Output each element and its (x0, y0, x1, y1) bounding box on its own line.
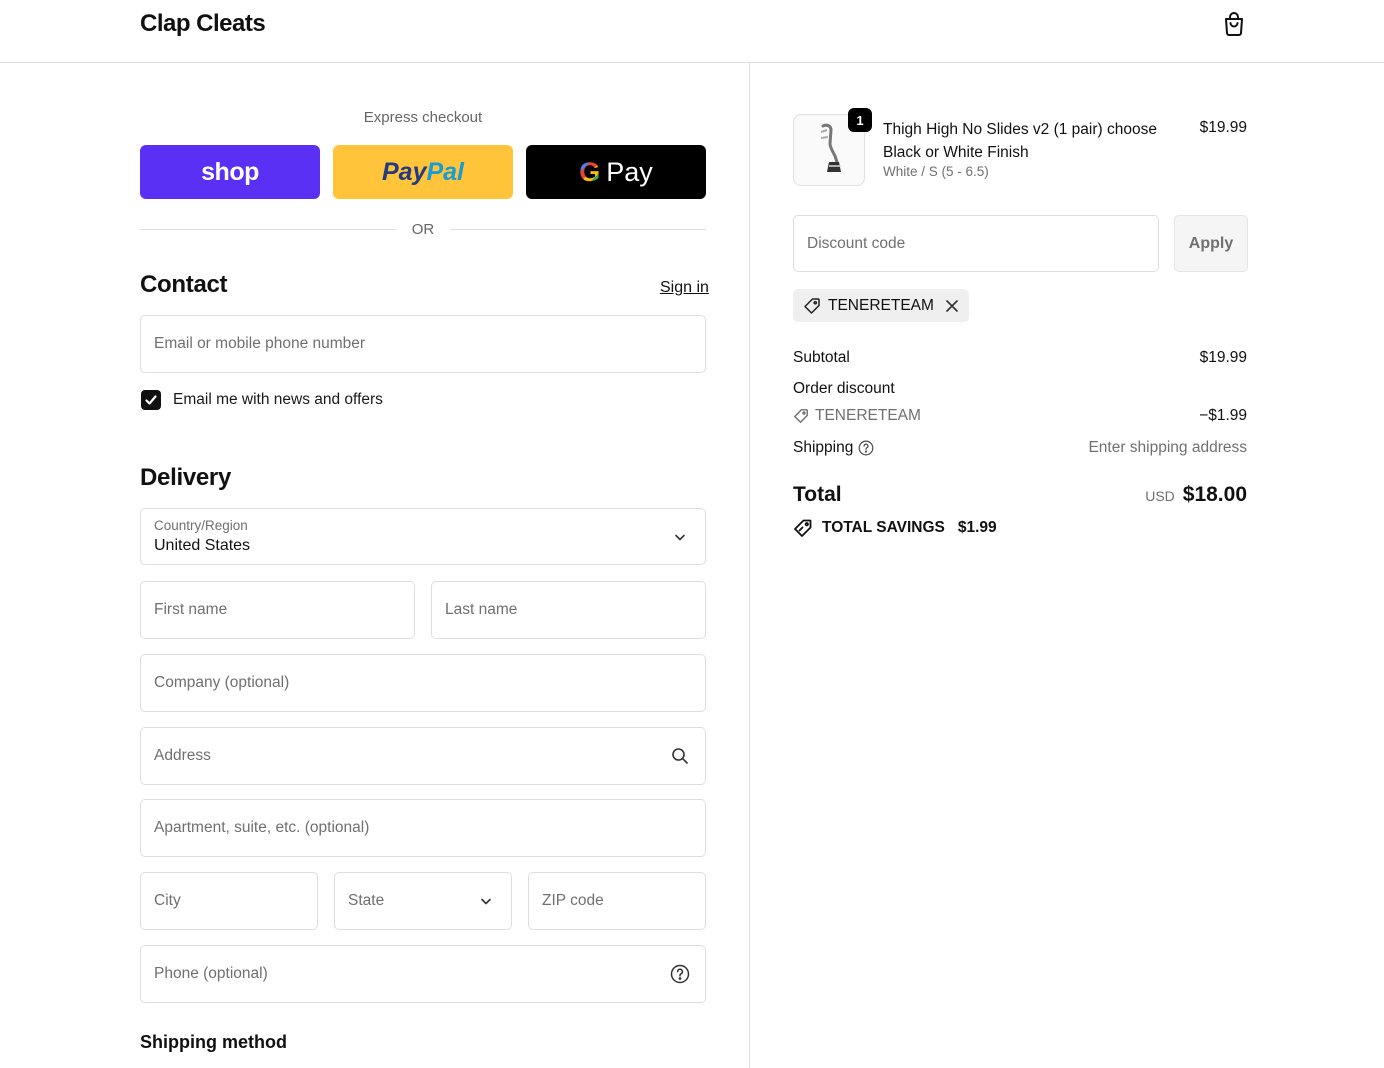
address-field[interactable]: Address (140, 727, 706, 785)
applied-discount-chip: TENERETEAM (793, 289, 969, 322)
zip-placeholder: ZIP code (542, 892, 604, 909)
tag-icon (803, 297, 821, 315)
savings-value: $1.99 (957, 519, 997, 536)
order-discount-value: −$1.99 (1199, 407, 1247, 424)
apartment-placeholder: Apartment, suite, etc. (optional) (154, 819, 370, 836)
paypal-label-a: Pay (381, 157, 427, 186)
country-select[interactable]: Country/Region United States (140, 508, 706, 565)
state-placeholder: State (348, 892, 385, 909)
help-circle-icon[interactable] (858, 440, 874, 456)
city-placeholder: City (154, 892, 181, 909)
address-placeholder: Address (154, 747, 211, 764)
country-label: Country/Region (154, 518, 248, 533)
paypal-label-b: Pal (426, 157, 464, 186)
first-name-field[interactable]: First name (140, 581, 415, 639)
sign-in-link[interactable]: Sign in (660, 279, 709, 297)
shipping-label: Shipping (793, 439, 854, 456)
column-divider (749, 63, 750, 1068)
phone-placeholder: Phone (optional) (154, 965, 268, 982)
email-field[interactable]: Email or mobile phone number (140, 315, 706, 373)
subtotal-value: $19.99 (1199, 349, 1247, 366)
city-field[interactable]: City (140, 872, 318, 930)
chevron-down-icon (669, 526, 691, 548)
newsletter-checkbox[interactable] (141, 390, 161, 410)
applied-discount-code: TENERETEAM (828, 296, 934, 314)
discount-code-placeholder: Discount code (807, 235, 906, 252)
shopping-bag-icon[interactable] (1219, 9, 1249, 39)
last-name-placeholder: Last name (445, 601, 518, 618)
zip-field[interactable]: ZIP code (528, 872, 706, 930)
discount-code-field[interactable]: Discount code (793, 215, 1159, 272)
company-placeholder: Company (optional) (154, 674, 290, 691)
shipping-value: Enter shipping address (1088, 439, 1247, 456)
delivery-heading: Delivery (140, 464, 231, 491)
phone-field[interactable]: Phone (optional) (140, 945, 706, 1003)
shipping-row: Shipping (793, 439, 874, 457)
subtotal-label: Subtotal (793, 349, 850, 366)
google-g-icon: G (579, 156, 601, 187)
quantity-badge: 1 (848, 108, 872, 132)
state-select[interactable]: State (334, 872, 512, 930)
apply-discount-button[interactable]: Apply (1174, 215, 1248, 272)
google-pay-label: Pay (606, 156, 653, 187)
last-name-field[interactable]: Last name (431, 581, 706, 639)
help-circle-icon[interactable] (669, 963, 691, 985)
total-savings-row: TOTAL SAVINGS $1.99 (793, 518, 997, 538)
apartment-field[interactable]: Apartment, suite, etc. (optional) (140, 799, 706, 857)
total-label: Total (793, 483, 842, 506)
chevron-down-icon (475, 890, 497, 912)
savings-label: TOTAL SAVINGS (822, 519, 945, 536)
total-currency: USD (1145, 488, 1175, 504)
or-divider-right (450, 229, 706, 230)
email-placeholder: Email or mobile phone number (154, 335, 366, 352)
express-checkout-title: Express checkout (363, 109, 483, 126)
product-variant: White / S (5 - 6.5) (883, 164, 989, 179)
company-field[interactable]: Company (optional) (140, 654, 706, 712)
google-pay-button[interactable]: G Pay (526, 145, 706, 199)
shop-pay-label: shop (201, 157, 259, 186)
search-icon[interactable] (669, 745, 691, 767)
remove-discount-icon[interactable] (945, 299, 959, 313)
checkmark-icon (145, 395, 157, 405)
shop-pay-button[interactable]: shop (140, 145, 320, 199)
newsletter-label: Email me with news and offers (173, 391, 383, 408)
total-value: $18.00 (1182, 483, 1247, 506)
savings-tag-icon (793, 518, 813, 538)
product-price: $19.99 (1199, 119, 1247, 136)
product-image-icon (820, 123, 841, 172)
first-name-placeholder: First name (154, 601, 228, 618)
store-logo[interactable]: Clap Cleats (140, 10, 266, 38)
shipping-method-heading: Shipping method (140, 1032, 287, 1052)
order-discount-code-row: TENERETEAM (793, 407, 921, 425)
order-discount-code: TENERETEAM (815, 407, 921, 424)
total-amount-wrap: USD $18.00 (1145, 483, 1247, 507)
country-value: United States (154, 537, 251, 554)
contact-heading: Contact (140, 271, 228, 298)
order-discount-label: Order discount (793, 380, 895, 397)
paypal-button[interactable]: Pay Pal (333, 145, 513, 199)
or-divider-left (140, 229, 396, 230)
tag-icon (793, 408, 809, 424)
or-label: OR (400, 221, 446, 238)
page-header: Clap Cleats (0, 0, 1384, 63)
product-title: Thigh High No Slides v2 (1 pair) choose … (883, 121, 1157, 161)
